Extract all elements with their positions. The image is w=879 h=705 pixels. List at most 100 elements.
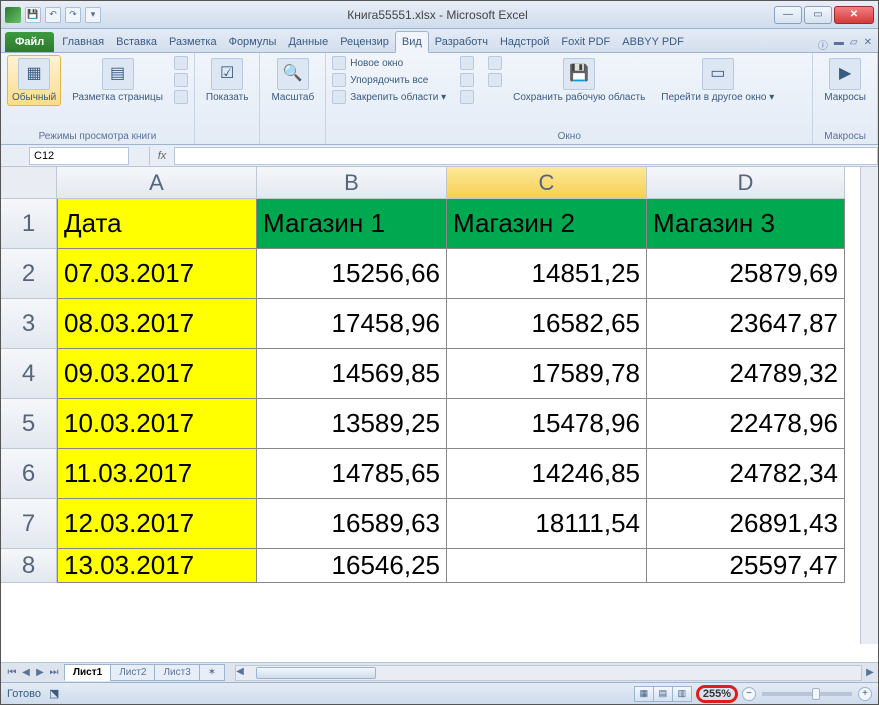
cell[interactable]: 12.03.2017 xyxy=(57,499,257,549)
cell[interactable]: 15478,96 xyxy=(447,399,647,449)
close-button[interactable]: ✕ xyxy=(834,6,874,24)
zoom-slider[interactable] xyxy=(762,692,852,696)
cell[interactable]: Магазин 3 xyxy=(647,199,845,249)
qat-undo[interactable]: ↶ xyxy=(45,7,61,23)
row-header-2[interactable]: 2 xyxy=(1,249,57,299)
sheet-nav-prev[interactable]: ◀ xyxy=(19,667,33,678)
sheet-tab-2[interactable]: Лист2 xyxy=(110,664,155,681)
cell[interactable]: 23647,87 xyxy=(647,299,845,349)
col-header-a[interactable]: A xyxy=(57,167,257,199)
cell[interactable]: 22478,96 xyxy=(647,399,845,449)
macros-button[interactable]: ▶ Макросы xyxy=(819,55,871,106)
tab-developer[interactable]: Разработч xyxy=(429,32,494,52)
cell[interactable]: 25879,69 xyxy=(647,249,845,299)
view-pagelayout-icon[interactable]: ▤ xyxy=(653,686,673,702)
tab-abbyy[interactable]: ABBYY PDF xyxy=(616,32,690,52)
ribbon-restore-icon[interactable]: ▱ xyxy=(850,37,858,52)
col-header-b[interactable]: B xyxy=(257,167,447,199)
cell[interactable]: 11.03.2017 xyxy=(57,449,257,499)
custom-views-button[interactable] xyxy=(174,72,188,88)
row-header-6[interactable]: 6 xyxy=(1,449,57,499)
cell[interactable]: 16582,65 xyxy=(447,299,647,349)
fx-icon[interactable]: fx xyxy=(149,147,175,165)
cell[interactable]: 17589,78 xyxy=(447,349,647,399)
col-header-c[interactable]: C xyxy=(447,167,647,199)
tab-layout[interactable]: Разметка xyxy=(163,32,223,52)
view-normal-icon[interactable]: ▦ xyxy=(634,686,654,702)
minimize-button[interactable]: — xyxy=(774,6,802,24)
select-all-corner[interactable] xyxy=(1,167,57,199)
page-break-preview-button[interactable] xyxy=(174,55,188,71)
qat-customize[interactable]: ▾ xyxy=(85,7,101,23)
cell[interactable]: 14569,85 xyxy=(257,349,447,399)
cell[interactable]: 25597,47 xyxy=(647,549,845,583)
cell[interactable]: 17458,96 xyxy=(257,299,447,349)
row-header-8[interactable]: 8 xyxy=(1,549,57,583)
cell[interactable]: 07.03.2017 xyxy=(57,249,257,299)
cell[interactable]: Магазин 1 xyxy=(257,199,447,249)
sheet-nav-last[interactable]: ⏭ xyxy=(47,667,61,678)
cell[interactable]: 13589,25 xyxy=(257,399,447,449)
new-sheet-button[interactable]: ✶ xyxy=(199,664,225,681)
show-button[interactable]: ☑ Показать xyxy=(201,55,254,106)
cell[interactable] xyxy=(447,549,647,583)
qat-save[interactable]: 💾 xyxy=(25,7,41,23)
full-screen-button[interactable] xyxy=(174,89,188,105)
zoom-button[interactable]: 🔍 Масштаб xyxy=(266,55,319,106)
page-layout-button[interactable]: ▤ Разметка страницы xyxy=(67,55,168,106)
row-header-3[interactable]: 3 xyxy=(1,299,57,349)
sheet-tab-3[interactable]: Лист3 xyxy=(154,664,199,681)
cell[interactable]: 13.03.2017 xyxy=(57,549,257,583)
new-window-button[interactable]: Новое окно xyxy=(332,55,446,71)
cell[interactable]: Дата xyxy=(57,199,257,249)
tab-view[interactable]: Вид xyxy=(395,31,429,53)
cell[interactable]: 26891,43 xyxy=(647,499,845,549)
zoom-percent[interactable]: 255% xyxy=(696,685,738,703)
cell[interactable]: Магазин 2 xyxy=(447,199,647,249)
macro-record-icon[interactable]: ⬔ xyxy=(49,687,59,700)
unhide-button[interactable] xyxy=(460,89,474,105)
col-header-d[interactable]: D xyxy=(647,167,845,199)
tab-home[interactable]: Главная xyxy=(56,32,110,52)
hscroll-thumb[interactable] xyxy=(256,667,376,679)
tab-data[interactable]: Данные xyxy=(282,32,334,52)
arrange-all-button[interactable]: Упорядочить все xyxy=(332,72,446,88)
qat-redo[interactable]: ↷ xyxy=(65,7,81,23)
zoom-slider-thumb[interactable] xyxy=(812,688,820,700)
cell[interactable]: 14246,85 xyxy=(447,449,647,499)
vertical-scrollbar[interactable] xyxy=(860,167,878,644)
cell[interactable]: 08.03.2017 xyxy=(57,299,257,349)
tab-review[interactable]: Рецензир xyxy=(334,32,395,52)
ribbon-help-icon[interactable]: ⓘ xyxy=(818,37,828,52)
freeze-panes-button[interactable]: Закрепить области ▾ xyxy=(332,89,446,105)
formula-input[interactable] xyxy=(175,147,878,165)
cell[interactable]: 24782,34 xyxy=(647,449,845,499)
hide-button[interactable] xyxy=(460,72,474,88)
cell[interactable]: 15256,66 xyxy=(257,249,447,299)
cell[interactable]: 14851,25 xyxy=(447,249,647,299)
hscroll-right-icon[interactable]: ▶ xyxy=(862,667,878,678)
cell[interactable]: 18111,54 xyxy=(447,499,647,549)
sheet-nav-next[interactable]: ▶ xyxy=(33,667,47,678)
sync-scroll-button[interactable] xyxy=(488,55,502,71)
cell[interactable]: 24789,32 xyxy=(647,349,845,399)
maximize-button[interactable]: ▭ xyxy=(804,6,832,24)
cell[interactable]: 16546,25 xyxy=(257,549,447,583)
save-workspace-button[interactable]: 💾 Сохранить рабочую область xyxy=(508,55,650,106)
tab-formulas[interactable]: Формулы xyxy=(223,32,283,52)
ribbon-minimize-icon[interactable]: ▬ xyxy=(834,37,844,52)
sheet-nav-first[interactable]: ⏮ xyxy=(5,667,19,678)
reset-pos-button[interactable] xyxy=(488,72,502,88)
name-box[interactable]: C12 xyxy=(29,147,129,165)
row-header-5[interactable]: 5 xyxy=(1,399,57,449)
sheet-tab-1[interactable]: Лист1 xyxy=(64,664,111,681)
row-header-4[interactable]: 4 xyxy=(1,349,57,399)
cell[interactable]: 14785,65 xyxy=(257,449,447,499)
ribbon-close-icon[interactable]: ✕ xyxy=(864,37,872,52)
switch-windows-button[interactable]: ▭ Перейти в другое окно ▾ xyxy=(656,55,779,106)
zoom-in-button[interactable]: + xyxy=(858,687,872,701)
zoom-out-button[interactable]: − xyxy=(742,687,756,701)
cell[interactable]: 09.03.2017 xyxy=(57,349,257,399)
cells-grid[interactable]: Дата Магазин 1 Магазин 2 Магазин 3 07.03… xyxy=(57,199,860,644)
tab-addins[interactable]: Надстрой xyxy=(494,32,555,52)
